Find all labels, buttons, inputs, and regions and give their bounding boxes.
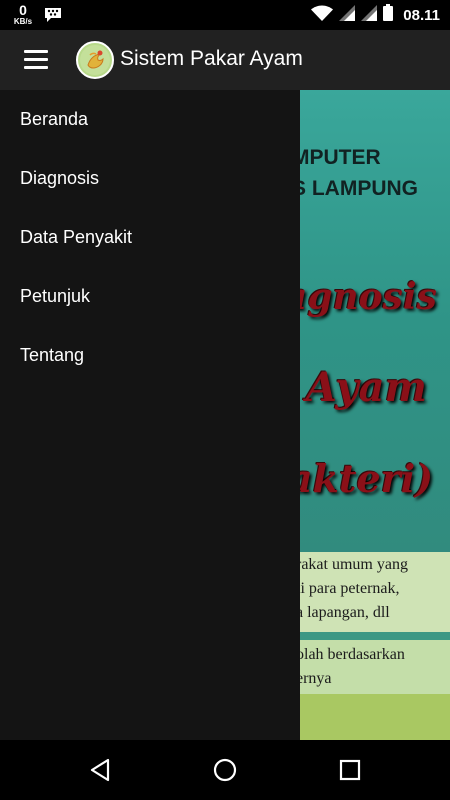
recents-icon[interactable] <box>337 757 363 783</box>
drawer-item-data-penyakit[interactable]: Data Penyakit <box>0 208 300 267</box>
drawer-item-label: Beranda <box>20 109 89 129</box>
drawer-item-beranda[interactable]: Beranda <box>0 90 300 149</box>
info-line2: ernya <box>296 670 332 687</box>
signal-icon <box>361 4 378 26</box>
network-speed-value: 0 <box>19 2 27 18</box>
info-line1: olah berdasarkan <box>296 646 405 663</box>
banner-script-line2: Ayam <box>306 364 427 411</box>
app-logo-icon <box>76 41 114 79</box>
banner-script-line3: akteri) <box>288 456 434 501</box>
hamburger-menu-icon[interactable] <box>24 47 50 73</box>
app-title: Sistem Pakar Ayam <box>120 47 303 70</box>
drawer-item-diagnosis[interactable]: Diagnosis <box>0 149 300 208</box>
network-speed-unit: KB/s <box>13 17 33 26</box>
network-speed-indicator: 0 KB/s <box>10 3 36 26</box>
system-nav-bar <box>0 740 450 800</box>
banner-heading-line1: MPUTER <box>292 146 381 169</box>
drawer-item-tentang[interactable]: Tentang <box>0 326 300 385</box>
banner-heading-line2: S LAMPUNG <box>292 177 418 200</box>
signal-icon <box>339 4 356 26</box>
description-line3: a lapangan, dll <box>296 604 390 621</box>
description-line2: ti para peternak, <box>296 580 400 597</box>
navigation-drawer: Beranda Diagnosis Data Penyakit Petunjuk… <box>0 90 300 740</box>
clock: 08.11 <box>403 6 440 24</box>
drawer-item-label: Tentang <box>20 345 85 365</box>
description-line1: rakat umum yang <box>296 556 408 573</box>
status-bar: 0 KB/s 08.11 <box>0 0 450 30</box>
wifi-icon <box>311 5 334 26</box>
home-icon[interactable] <box>212 757 238 783</box>
drawer-item-label: Data Penyakit <box>20 227 133 247</box>
battery-icon <box>383 4 394 26</box>
drawer-item-petunjuk[interactable]: Petunjuk <box>0 267 300 326</box>
back-icon[interactable] <box>87 757 113 783</box>
bbm-icon <box>44 7 62 28</box>
app-bar: Sistem Pakar Ayam <box>0 30 450 90</box>
drawer-item-label: Diagnosis <box>20 168 100 188</box>
banner-script-line1: agnosis <box>284 276 437 318</box>
drawer-item-label: Petunjuk <box>20 286 91 306</box>
